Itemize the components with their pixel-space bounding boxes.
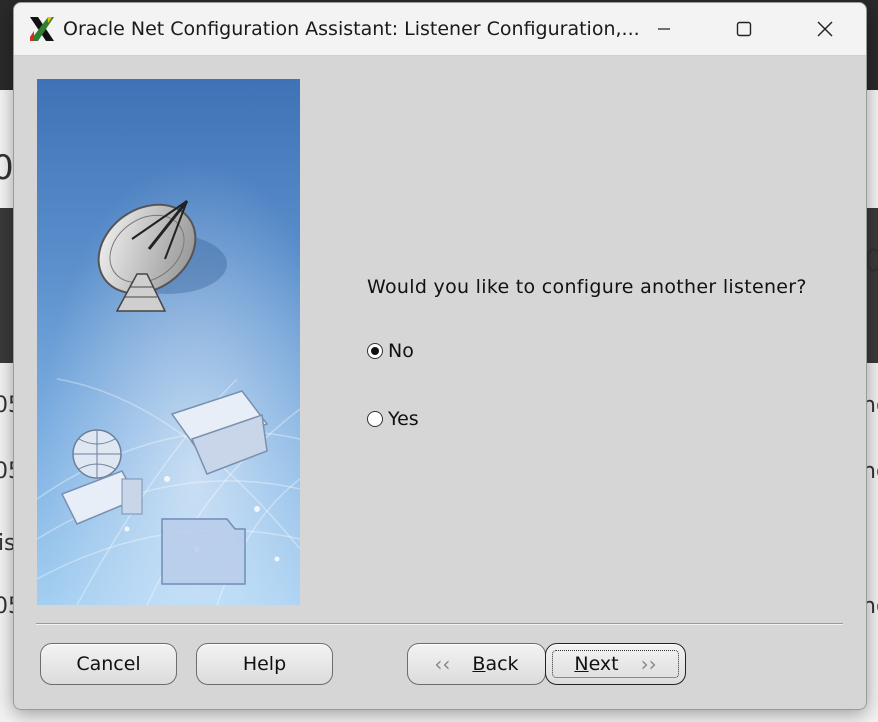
radio-option-no[interactable]: No — [367, 340, 414, 362]
close-icon — [817, 21, 833, 37]
radio-label-no: No — [388, 340, 414, 362]
wizard-side-image — [37, 79, 300, 605]
cancel-button-label: Cancel — [76, 653, 141, 675]
minimize-button[interactable] — [634, 3, 694, 55]
help-button-label: Help — [242, 653, 287, 675]
window-title: Oracle Net Configuration Assistant: List… — [63, 18, 640, 40]
radio-selected-dot — [371, 347, 379, 355]
satellite-network-illustration — [37, 79, 300, 605]
next-button[interactable]: Next ›› — [545, 643, 686, 685]
maximize-icon — [736, 21, 752, 37]
radio-button-yes[interactable] — [367, 411, 383, 427]
chevron-right-icon: ›› — [640, 652, 657, 676]
next-button-label: Next — [574, 653, 619, 675]
dialog-content: Would you like to configure another list… — [14, 56, 866, 709]
minimize-icon — [658, 28, 670, 30]
chevron-left-icon: ‹‹ — [434, 652, 451, 676]
cancel-button[interactable]: Cancel — [40, 643, 177, 685]
radio-button-no[interactable] — [367, 343, 383, 359]
radio-label-yes: Yes — [388, 408, 419, 430]
title-bar[interactable]: Oracle Net Configuration Assistant: List… — [14, 3, 866, 56]
maximize-button[interactable] — [714, 3, 774, 55]
help-button[interactable]: Help — [196, 643, 333, 685]
button-divider — [36, 623, 843, 625]
listener-question: Would you like to configure another list… — [367, 276, 807, 298]
close-button[interactable] — [795, 3, 855, 55]
background-text-fragment: 0 — [0, 148, 14, 188]
back-button-label: Back — [472, 653, 519, 675]
x-app-icon — [30, 17, 54, 41]
radio-option-yes[interactable]: Yes — [367, 408, 419, 430]
dialog-window: Oracle Net Configuration Assistant: List… — [13, 2, 867, 710]
back-button[interactable]: ‹‹ Back — [407, 643, 546, 685]
